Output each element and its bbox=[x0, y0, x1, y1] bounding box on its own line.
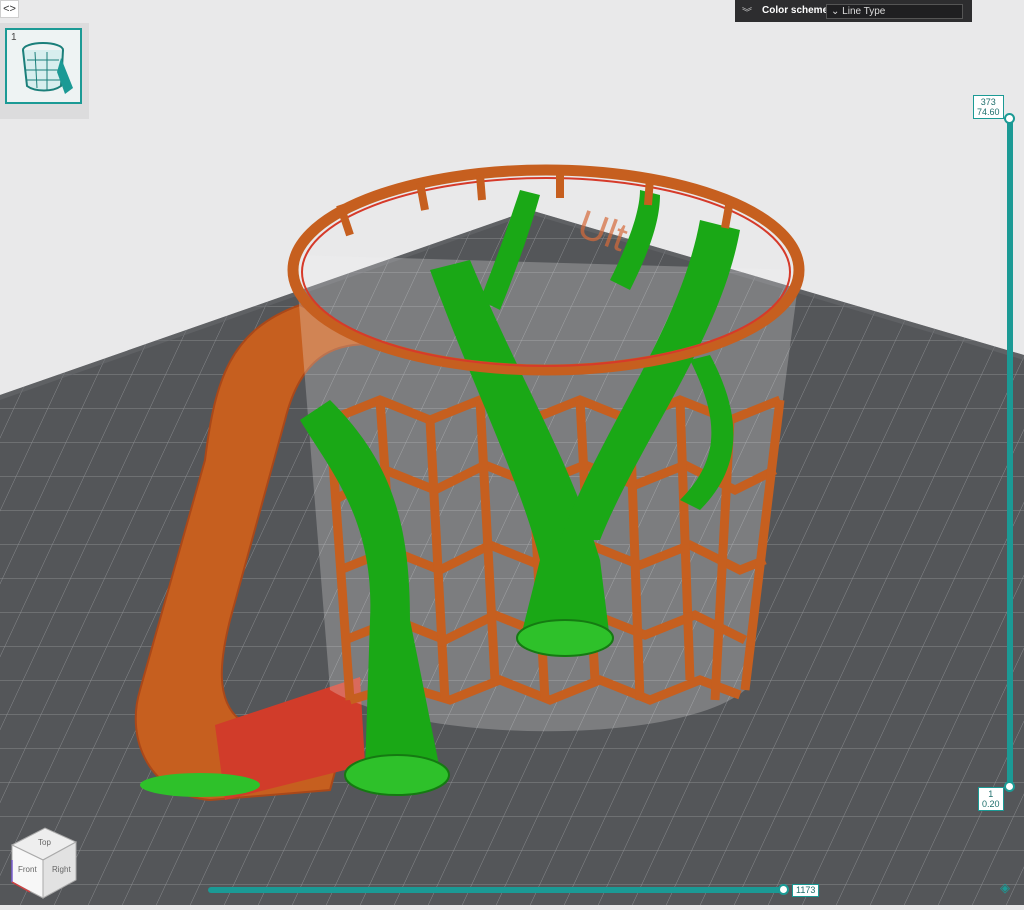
3d-viewport[interactable]: Ult bbox=[0, 0, 1024, 905]
layer-slider-bottom-handle[interactable] bbox=[1004, 781, 1015, 792]
color-scheme-value: Line Type bbox=[842, 6, 886, 17]
view-cube[interactable]: Top Front Right bbox=[0, 820, 80, 905]
view-cube-front[interactable]: Front bbox=[18, 865, 37, 874]
color-scheme-panel: ︾ Color scheme ⌄ Line Type bbox=[735, 0, 972, 22]
top-layer-height: 74.60 bbox=[977, 107, 1000, 117]
top-layer-number: 373 bbox=[980, 97, 996, 107]
view-cube-top[interactable]: Top bbox=[38, 838, 51, 847]
move-slider-handle[interactable] bbox=[778, 884, 789, 895]
bottom-layer-number: 1 bbox=[988, 789, 994, 799]
layer-slider-bottom-label: 1 0.20 bbox=[978, 787, 1004, 811]
move-slider-track[interactable] bbox=[208, 887, 784, 893]
color-scheme-label: Color scheme bbox=[762, 5, 829, 16]
layers-icon[interactable]: ◈ bbox=[1000, 880, 1010, 896]
chevron-down-icon: ⌄ bbox=[831, 6, 840, 17]
layer-slider-top-label: 373 74.60 bbox=[973, 95, 1004, 119]
object-list-panel: 1 bbox=[0, 23, 89, 119]
object-index: 1 bbox=[11, 32, 17, 43]
mug-thumbnail-icon bbox=[22, 42, 73, 94]
view-cube-right[interactable]: Right bbox=[52, 865, 71, 874]
move-slider-value: 1173 bbox=[792, 884, 820, 897]
build-plate-scene: Ult bbox=[0, 164, 1024, 905]
color-scheme-select[interactable]: ⌄ Line Type bbox=[826, 4, 963, 19]
object-card[interactable]: 1 bbox=[5, 28, 82, 104]
bottom-layer-height: 0.20 bbox=[982, 799, 1000, 809]
collapse-panel-button[interactable]: <> bbox=[0, 0, 19, 18]
layer-slider-track[interactable] bbox=[1007, 117, 1013, 787]
layer-slider-top-handle[interactable] bbox=[1004, 113, 1015, 124]
collapse-chevron-icon[interactable]: ︾ bbox=[742, 4, 752, 19]
